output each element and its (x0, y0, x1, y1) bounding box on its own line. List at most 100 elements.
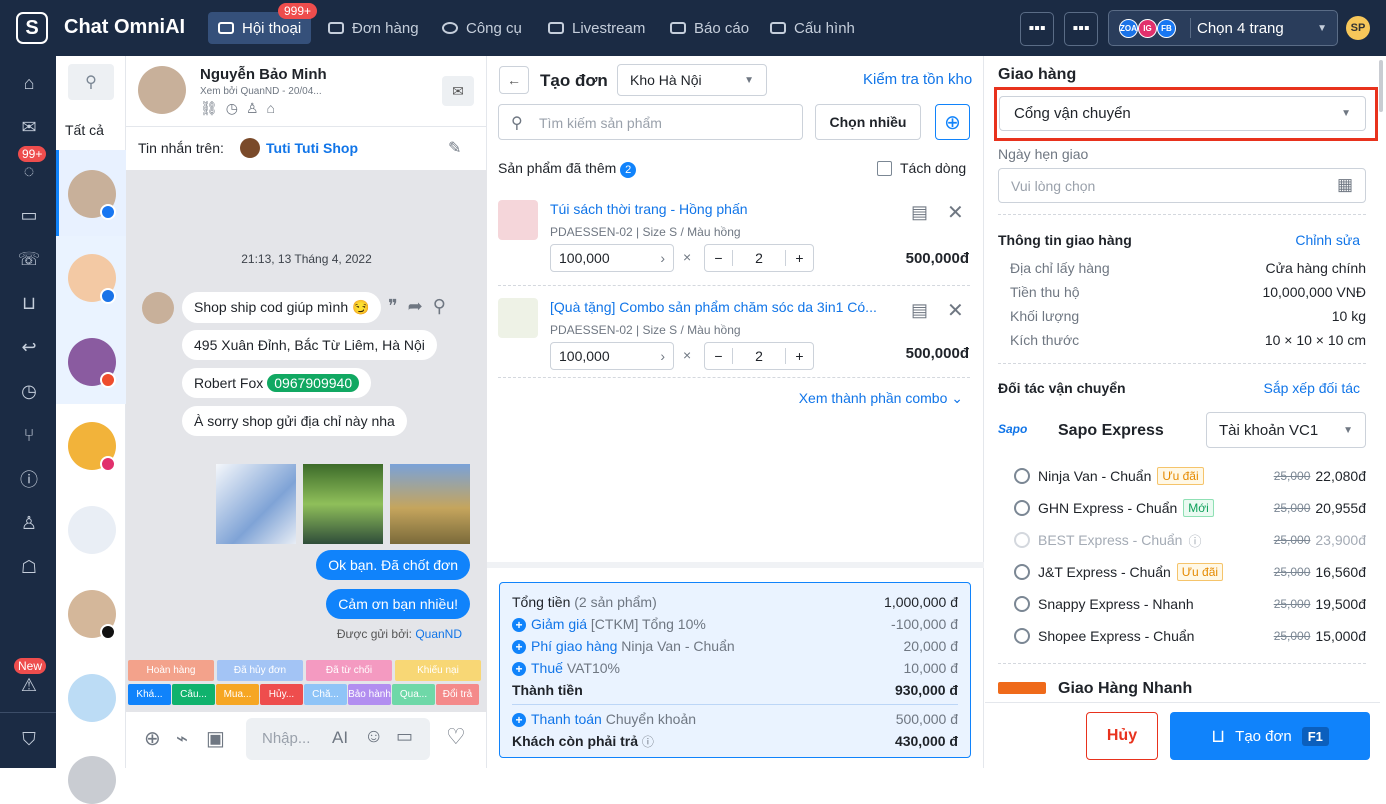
message-actions[interactable]: ❞➦⚲ (388, 296, 456, 317)
close-icon[interactable]: ✕ (947, 298, 964, 323)
account-select[interactable]: Tài khoản VC1 ▼ (1206, 412, 1366, 448)
filter-icon[interactable]: ⛉ (18, 728, 40, 750)
plus-icon[interactable]: + (512, 618, 526, 632)
user-avatar[interactable]: SP (1346, 16, 1370, 40)
nav-settings[interactable]: Cấu hình (760, 12, 865, 44)
discount-link[interactable]: Giảm giá (531, 616, 587, 632)
message-input[interactable]: Nhập... AI ☺ ▭ (246, 718, 430, 760)
tag[interactable]: Hoàn hàng (128, 660, 214, 681)
warehouse-select[interactable]: Kho Hà Nội ▼ (617, 64, 767, 96)
page-selector[interactable]: ZOA IG FB Chọn 4 trang ▼ (1108, 10, 1338, 46)
minus-button[interactable]: − (705, 348, 733, 364)
radio[interactable] (1014, 564, 1030, 580)
avatar[interactable] (68, 756, 116, 804)
customer-action-icons[interactable]: ⛓◷♙⌂ (200, 100, 283, 117)
note-icon[interactable]: ▤ (911, 202, 928, 223)
radio[interactable] (1014, 468, 1030, 484)
shipping-fee-link[interactable]: Phí giao hàng (531, 638, 617, 654)
plus-button[interactable]: + (785, 250, 813, 266)
add-product-button[interactable]: ⊕ (935, 104, 970, 140)
messenger-icon[interactable]: ◌ (18, 160, 40, 182)
tag[interactable]: Đổi trả (436, 684, 479, 705)
payment-link[interactable]: Thanh toán (531, 711, 602, 727)
radio[interactable] (1014, 500, 1030, 516)
tag[interactable]: Qua... (392, 684, 435, 705)
quick-chat-button[interactable]: ▪▪▪ (1020, 12, 1054, 46)
split-line-checkbox[interactable]: Tách dòng (877, 160, 966, 176)
note-icon[interactable]: ▤ (911, 300, 928, 321)
tag[interactable]: Hủy... (260, 684, 303, 705)
quantity-stepper[interactable]: −2 + (704, 342, 814, 370)
tab-all[interactable]: Tất cả (65, 122, 104, 138)
carrier-option[interactable]: J&T Express - Chuẩn Ưu đãi 25,000 16,560đ (1014, 556, 1366, 588)
product-name[interactable]: Túi sách thời trang - Hồng phấn (550, 201, 748, 217)
calendar-icon[interactable]: ▦ (1337, 175, 1353, 195)
price-input[interactable]: 100,000 › (550, 342, 674, 370)
mail-icon[interactable]: ✉ (442, 76, 474, 106)
scrollbar[interactable] (1379, 60, 1383, 112)
edit-link[interactable]: Chỉnh sửa (1295, 232, 1360, 248)
clock-icon[interactable]: ◷ (18, 380, 40, 402)
image-attachment[interactable] (303, 464, 383, 544)
create-order-button[interactable]: ⊔ Tạo đơn F1 (1170, 712, 1370, 760)
carrier-option[interactable]: Shopee Express - Chuẩn 25,000 15,000đ (1014, 620, 1366, 652)
cart-icon[interactable]: ⊔ (18, 292, 40, 314)
emoji-icon[interactable]: ☺ (364, 726, 383, 748)
shop-name[interactable]: Tuti Tuti Shop (266, 140, 358, 156)
price-input[interactable]: 100,000 › (550, 244, 674, 272)
attach-icon[interactable]: ⌁ (176, 726, 188, 751)
checkbox[interactable] (877, 160, 892, 176)
phone-number[interactable]: 0967909940 (267, 374, 360, 392)
quantity-stepper[interactable]: −2 + (704, 244, 814, 272)
add-icon[interactable]: ⊕ (144, 726, 161, 751)
search-button[interactable]: ⚲ (68, 64, 114, 100)
edit-icon[interactable]: ✎ (448, 138, 461, 158)
check-stock-link[interactable]: Kiểm tra tồn kho (863, 71, 972, 88)
user-icon[interactable]: ♙ (18, 512, 40, 534)
tag[interactable]: Mua... (216, 684, 259, 705)
plus-icon[interactable]: + (512, 713, 526, 727)
heart-icon[interactable]: ♡ (446, 724, 466, 750)
radio[interactable] (1014, 628, 1030, 644)
minus-button[interactable]: − (705, 250, 733, 266)
comment-icon[interactable]: ▭ (18, 204, 40, 226)
tag[interactable]: Khiếu nại (395, 660, 481, 681)
tag[interactable]: Đã từ chối (306, 660, 392, 681)
sticker-icon[interactable]: ▭ (396, 726, 413, 747)
inbox-icon[interactable]: ⌂ (18, 72, 40, 94)
plus-button[interactable]: + (785, 348, 813, 364)
alert-icon[interactable]: ⓘ (18, 468, 40, 490)
warning-icon[interactable]: ⚠ (18, 674, 40, 696)
nav-orders[interactable]: Đơn hàng (318, 12, 429, 44)
delivery-date-input[interactable]: Vui lòng chọn ▦ (998, 168, 1366, 203)
choose-many-button[interactable]: Chọn nhiều (815, 104, 921, 140)
carrier-option[interactable]: GHN Express - Chuẩn Mới 25,000 20,955đ (1014, 492, 1366, 524)
image-attachment[interactable] (216, 464, 296, 544)
sort-partners-link[interactable]: Sắp xếp đối tác (1263, 380, 1360, 396)
image-attachment[interactable] (390, 464, 470, 544)
plus-icon[interactable]: + (512, 640, 526, 654)
tag[interactable]: Bảo hành (348, 684, 391, 705)
branch-icon[interactable]: ⑂ (18, 424, 40, 446)
product-search-input[interactable]: ⚲ Tìm kiếm sản phẩm (498, 104, 803, 140)
shipping-gateway-select[interactable]: Cổng vận chuyển ▼ (999, 96, 1366, 131)
tax-link[interactable]: Thuế (531, 660, 563, 676)
carrier-option[interactable]: Ninja Van - Chuẩn Ưu đãi 25,000 22,080đ (1014, 460, 1366, 492)
phone-icon[interactable]: ☏ (18, 248, 41, 270)
close-icon[interactable]: ✕ (947, 200, 964, 225)
ai-icon[interactable]: AI (332, 728, 348, 748)
image-icon[interactable]: ▣ (206, 726, 225, 751)
nav-reports[interactable]: Báo cáo (660, 12, 759, 44)
tag[interactable]: Câu... (172, 684, 215, 705)
reply-icon[interactable]: ↩ (18, 336, 40, 358)
tag[interactable]: Đã hủy đơn (217, 660, 303, 681)
nav-tools[interactable]: Công cụ (432, 12, 532, 44)
plus-icon[interactable]: + (512, 662, 526, 676)
cancel-button[interactable]: Hủy (1086, 712, 1158, 760)
carrier-option[interactable]: Snappy Express - Nhanh 25,000 19,500đ (1014, 588, 1366, 620)
product-name[interactable]: [Quà tặng] Combo sản phẩm chăm sóc da 3i… (550, 299, 877, 315)
tag[interactable]: Khá... (128, 684, 171, 705)
nav-livestream[interactable]: Livestream (538, 12, 655, 44)
view-combo-link[interactable]: Xem thành phần combo ⌄ (799, 390, 963, 407)
avatar[interactable] (68, 506, 116, 554)
